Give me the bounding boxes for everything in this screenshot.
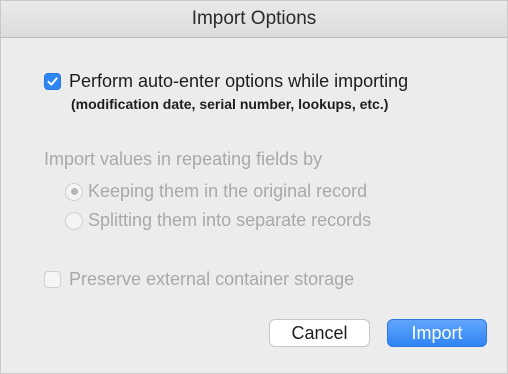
repeating-fields-heading: Import values in repeating fields by bbox=[44, 149, 323, 169]
import-options-dialog: Import Options Perform auto-enter option… bbox=[0, 0, 508, 374]
radio-button-keep[interactable] bbox=[65, 182, 83, 201]
auto-enter-checkbox[interactable] bbox=[44, 73, 61, 90]
radio-selected-dot bbox=[70, 188, 78, 195]
radio-split-label: Splitting them into separate records bbox=[88, 210, 372, 230]
radio-split-records[interactable]: Splitting them into separate records bbox=[65, 210, 371, 231]
auto-enter-sublabel: (modification date, serial number, looku… bbox=[71, 96, 389, 112]
dialog-title: Import Options bbox=[191, 8, 317, 29]
preserve-storage-option[interactable]: Preserve external container storage bbox=[44, 269, 354, 290]
radio-keep-original[interactable]: Keeping them in the original record bbox=[65, 181, 367, 202]
preserve-storage-checkbox[interactable] bbox=[44, 271, 61, 288]
cancel-button[interactable]: Cancel bbox=[269, 319, 370, 347]
import-button[interactable]: Import bbox=[387, 319, 487, 347]
preserve-storage-label: Preserve external container storage bbox=[69, 269, 355, 289]
auto-enter-label: Perform auto-enter options while importi… bbox=[69, 71, 409, 91]
radio-keep-label: Keeping them in the original record bbox=[88, 181, 368, 201]
radio-button-split[interactable] bbox=[65, 211, 83, 230]
auto-enter-option[interactable]: Perform auto-enter options while importi… bbox=[44, 71, 408, 92]
dialog-titlebar: Import Options bbox=[1, 1, 507, 38]
checkmark-icon bbox=[47, 77, 58, 86]
